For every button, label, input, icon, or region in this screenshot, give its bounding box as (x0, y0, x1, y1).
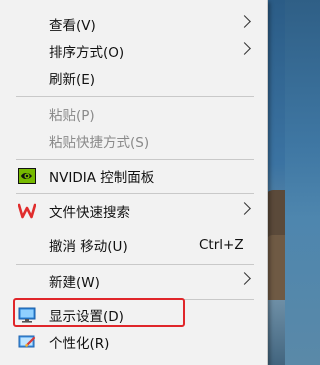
menu-item-file-quick-search[interactable]: 文件快速搜索 (0, 198, 267, 224)
highlight-box (13, 298, 185, 327)
desktop-wallpaper (267, 0, 285, 365)
menu-item-label: 新建(W) (49, 275, 100, 291)
menu-item-label: 查看(V) (49, 18, 96, 34)
menu-item-label: 文件快速搜索 (49, 205, 130, 221)
menu-item-label: 粘贴(P) (49, 108, 95, 124)
menu-item-nvidia-control-panel[interactable]: NVIDIA 控制面板 (0, 163, 267, 189)
menu-item-label: NVIDIA 控制面板 (49, 170, 155, 186)
nvidia-icon (18, 167, 36, 185)
personalize-icon (18, 333, 36, 351)
menu-item-label: 个性化(R) (49, 336, 110, 352)
menu-separator (16, 193, 254, 194)
menu-separator (16, 96, 254, 97)
menu-item-view[interactable]: 查看(V) (0, 11, 267, 37)
menu-item-label: 排序方式(O) (49, 45, 125, 61)
menu-item-undo-move[interactable]: 撤消 移动(U) Ctrl+Z (0, 232, 267, 258)
menu-item-paste: 粘贴(P) (0, 101, 267, 127)
menu-item-label: 撤消 移动(U) (49, 239, 128, 255)
menu-item-label: 粘贴快捷方式(S) (49, 135, 150, 151)
menu-item-paste-shortcut: 粘贴快捷方式(S) (0, 128, 267, 154)
chevron-right-icon (238, 42, 251, 55)
menu-item-new[interactable]: 新建(W) (0, 268, 267, 294)
wps-icon (17, 202, 37, 220)
chevron-right-icon (238, 202, 251, 215)
menu-item-label: 刷新(E) (49, 72, 96, 88)
menu-separator (16, 159, 254, 160)
menu-item-sort-by[interactable]: 排序方式(O) (0, 38, 267, 64)
menu-separator (16, 264, 254, 265)
shortcut-text: Ctrl+Z (199, 237, 244, 253)
chevron-right-icon (238, 15, 251, 28)
menu-item-refresh[interactable]: 刷新(E) (0, 65, 267, 91)
menu-item-personalize[interactable]: 个性化(R) (0, 329, 267, 355)
chevron-right-icon (238, 272, 251, 285)
context-menu: 查看(V) 排序方式(O) 刷新(E) 粘贴(P) 粘贴快捷方式(S) NVID… (0, 0, 268, 365)
